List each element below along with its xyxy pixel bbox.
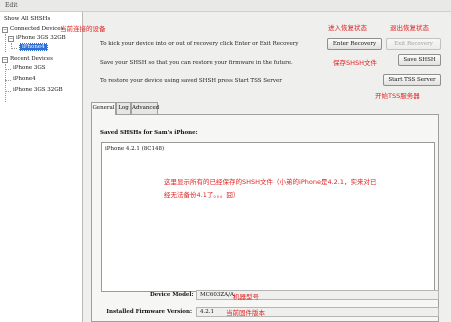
- tree-item-recent[interactable]: iPhone 3GS: [13, 64, 46, 73]
- annotation-exit-recovery: 退出恢复状态: [390, 24, 429, 32]
- recovery-instructions: To kick your device into or out of recov…: [100, 41, 299, 47]
- tree-header-recent-label: Recent Devices: [10, 56, 53, 62]
- tab-log[interactable]: Log: [116, 102, 131, 114]
- tree-item-recent-label: iPhone4: [13, 76, 36, 82]
- save-shsh-button[interactable]: Save SHSH: [398, 54, 441, 66]
- annotation-firmware: 当前固件版本: [226, 309, 265, 317]
- tree-header-connected[interactable]: Connected Devices: [10, 25, 63, 34]
- tree-item-recent-label: iPhone 3GS: [13, 65, 46, 71]
- tree-connector: [5, 80, 11, 81]
- annotation-save-shsh: 保存SHSH文件: [333, 59, 378, 67]
- tab-advanced[interactable]: Advanced: [131, 102, 159, 114]
- tree-item-connected-child-label: iPhone4: [19, 43, 48, 51]
- tree-item-recent-label: iPhone 3GS 32GB: [13, 87, 63, 93]
- tree-connector: [5, 69, 11, 70]
- annotation-start-tss: 开始TSS服务器: [375, 92, 420, 100]
- connected-devices-expander[interactable]: −: [2, 27, 8, 33]
- firmware-version-value: 4.2.1: [200, 309, 214, 315]
- start-tss-button[interactable]: Start TSS Server: [383, 74, 441, 86]
- device-model-label: Device Model:: [150, 292, 194, 298]
- tab-general[interactable]: General: [91, 102, 116, 115]
- annotation-enter-recovery: 进入恢复状态: [328, 24, 367, 32]
- window-titlebar: Edit: [0, 0, 451, 12]
- tree-item-connected-device-label: iPhone 3GS 32GB: [16, 35, 66, 41]
- device-model-value: MC603ZA/A: [200, 292, 234, 298]
- saved-shsh-title: Saved SHSHs for Sam's iPhone:: [100, 130, 198, 136]
- recent-devices-expander[interactable]: −: [2, 57, 8, 63]
- tree-connector: [11, 48, 17, 49]
- tree-item-show-all[interactable]: Show All SHSHs: [4, 15, 50, 24]
- device-tree[interactable]: Show All SHSHs − Connected Devices − iPh…: [0, 12, 83, 322]
- firmware-version-label: Installed Firmware Version:: [106, 309, 192, 315]
- enter-recovery-button[interactable]: Enter Recovery: [327, 38, 382, 50]
- list-item[interactable]: iPhone 4.2.1 (8C148): [105, 146, 164, 152]
- saved-shsh-list[interactable]: iPhone 4.2.1 (8C148): [101, 142, 435, 292]
- tree-item-connected-child[interactable]: iPhone4: [19, 43, 48, 52]
- tree-item-recent[interactable]: iPhone 3GS 32GB: [13, 86, 63, 95]
- tree-header-recent[interactable]: Recent Devices: [10, 55, 53, 64]
- tss-instructions: To restore your device using saved SHSH …: [100, 78, 282, 84]
- annotation-list-note: 这里显示所有的已经保存的SHSH文件（小弟的iPhone是4.2.1，实来对已: [164, 178, 377, 186]
- exit-recovery-button[interactable]: Exit Recovery: [386, 38, 441, 50]
- annotation-current-device: 当前连接的设备: [60, 25, 106, 33]
- tree-item-show-all-label: Show All SHSHs: [4, 16, 51, 22]
- annotation-model: 机器型号: [233, 293, 259, 301]
- tree-connector: [5, 91, 11, 92]
- tree-header-connected-label: Connected Devices: [10, 26, 64, 32]
- window-title: Edit: [5, 2, 18, 9]
- tree-item-connected-device[interactable]: iPhone 3GS 32GB: [16, 34, 66, 43]
- tree-connector: [5, 34, 6, 52]
- save-shsh-instructions: Save your SHSH so that you can restore y…: [100, 60, 293, 66]
- connected-device-expander[interactable]: −: [8, 36, 14, 42]
- tree-item-recent[interactable]: iPhone4: [13, 75, 36, 84]
- annotation-list-note: 经无法备份4.1了。。。囧）: [164, 191, 240, 199]
